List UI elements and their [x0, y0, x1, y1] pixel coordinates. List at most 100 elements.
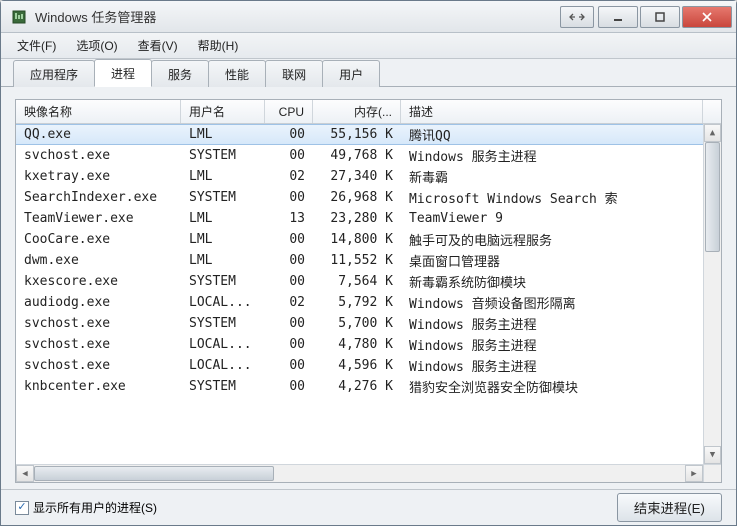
window-controls	[596, 6, 732, 28]
col-header-cpu[interactable]: CPU	[265, 100, 313, 123]
hscroll-thumb[interactable]	[34, 466, 274, 481]
cell-description: Windows 服务主进程	[401, 312, 703, 335]
cell-cpu: 00	[265, 335, 313, 354]
cell-user: LML	[181, 209, 265, 228]
cell-description: 触手可及的电脑远程服务	[401, 228, 703, 251]
cell-cpu: 00	[265, 251, 313, 270]
cell-memory: 4,596 K	[313, 356, 401, 375]
show-all-users-checkbox[interactable]: ✓ 显示所有用户的进程(S)	[15, 499, 157, 516]
menu-view[interactable]: 查看(V)	[128, 33, 188, 58]
tab-users[interactable]: 用户	[322, 60, 380, 87]
cell-memory: 11,552 K	[313, 251, 401, 270]
cell-image-name: knbcenter.exe	[16, 377, 181, 396]
table-row[interactable]: svchost.exeSYSTEM005,700 KWindows 服务主进程	[16, 313, 703, 334]
task-manager-window: Windows 任务管理器 文件(F) 选项(O) 查看(V) 帮助(H) 应用…	[0, 0, 737, 526]
table-row[interactable]: kxetray.exeLML0227,340 K新毒霸	[16, 166, 703, 187]
col-header-user[interactable]: 用户名	[181, 100, 265, 123]
cell-cpu: 00	[265, 356, 313, 375]
cell-memory: 49,768 K	[313, 146, 401, 165]
cell-user: SYSTEM	[181, 188, 265, 207]
close-button[interactable]	[682, 6, 732, 28]
table-row[interactable]: svchost.exeLOCAL...004,780 KWindows 服务主进…	[16, 334, 703, 355]
cell-image-name: svchost.exe	[16, 314, 181, 333]
cell-user: LML	[181, 167, 265, 186]
table-row[interactable]: dwm.exeLML0011,552 K桌面窗口管理器	[16, 250, 703, 271]
menu-options[interactable]: 选项(O)	[66, 33, 127, 58]
cell-memory: 55,156 K	[313, 125, 401, 144]
cell-user: SYSTEM	[181, 377, 265, 396]
titlebar[interactable]: Windows 任务管理器	[1, 1, 736, 33]
resize-handle-icon[interactable]	[560, 6, 594, 28]
table-row[interactable]: SearchIndexer.exeSYSTEM0026,968 KMicroso…	[16, 187, 703, 208]
table-row[interactable]: svchost.exeSYSTEM0049,768 KWindows 服务主进程	[16, 145, 703, 166]
scroll-right-icon[interactable]: ▶	[685, 465, 703, 482]
table-row[interactable]: kxescore.exeSYSTEM007,564 K新毒霸系统防御模块	[16, 271, 703, 292]
cell-user: LML	[181, 251, 265, 270]
cell-cpu: 02	[265, 167, 313, 186]
cell-cpu: 00	[265, 377, 313, 396]
scroll-up-icon[interactable]: ▲	[704, 124, 721, 142]
content-area: 映像名称 用户名 CPU 内存(... 描述 QQ.exeLML0055,156…	[1, 87, 736, 489]
checkbox-icon[interactable]: ✓	[15, 501, 29, 515]
rows-container[interactable]: QQ.exeLML0055,156 K腾讯QQsvchost.exeSYSTEM…	[16, 124, 703, 464]
table-row[interactable]: QQ.exeLML0055,156 K腾讯QQ	[16, 124, 703, 145]
tab-performance[interactable]: 性能	[208, 60, 266, 87]
scroll-left-icon[interactable]: ◀	[16, 465, 34, 482]
maximize-button[interactable]	[640, 6, 680, 28]
cell-description: 腾讯QQ	[401, 124, 703, 146]
cell-description: Windows 音频设备图形隔离	[401, 291, 703, 314]
table-row[interactable]: audiodg.exeLOCAL...025,792 KWindows 音频设备…	[16, 292, 703, 313]
col-header-description[interactable]: 描述	[401, 100, 703, 123]
table-row[interactable]: svchost.exeLOCAL...004,596 KWindows 服务主进…	[16, 355, 703, 376]
cell-cpu: 02	[265, 293, 313, 312]
vscroll-thumb[interactable]	[705, 142, 720, 252]
col-header-image-name[interactable]: 映像名称	[16, 100, 181, 123]
menu-file[interactable]: 文件(F)	[7, 33, 66, 58]
table-row[interactable]: knbcenter.exeSYSTEM004,276 K猎豹安全浏览器安全防御模…	[16, 376, 703, 397]
cell-user: SYSTEM	[181, 314, 265, 333]
tab-processes[interactable]: 进程	[94, 59, 152, 87]
cell-image-name: kxescore.exe	[16, 272, 181, 291]
cell-description: Windows 服务主进程	[401, 144, 703, 167]
tab-services[interactable]: 服务	[151, 60, 209, 87]
minimize-button[interactable]	[598, 6, 638, 28]
cell-memory: 26,968 K	[313, 188, 401, 207]
cell-cpu: 00	[265, 272, 313, 291]
process-table: 映像名称 用户名 CPU 内存(... 描述 QQ.exeLML0055,156…	[15, 99, 722, 483]
app-icon	[11, 9, 27, 25]
cell-image-name: CooCare.exe	[16, 230, 181, 249]
cell-description: Microsoft Windows Search 索	[401, 186, 703, 209]
show-all-users-label: 显示所有用户的进程(S)	[33, 499, 157, 516]
cell-memory: 5,700 K	[313, 314, 401, 333]
cell-cpu: 13	[265, 209, 313, 228]
menu-help[interactable]: 帮助(H)	[188, 33, 249, 58]
tab-networking[interactable]: 联网	[265, 60, 323, 87]
footer-bar: ✓ 显示所有用户的进程(S) 结束进程(E)	[1, 489, 736, 525]
hscroll-track[interactable]	[34, 465, 685, 482]
table-row[interactable]: TeamViewer.exeLML1323,280 KTeamViewer 9	[16, 208, 703, 229]
cell-memory: 4,276 K	[313, 377, 401, 396]
vscroll-track[interactable]	[704, 142, 721, 446]
menubar: 文件(F) 选项(O) 查看(V) 帮助(H)	[1, 33, 736, 59]
vertical-scrollbar[interactable]: ▲ ▼	[703, 124, 721, 464]
horizontal-scrollbar[interactable]: ◀ ▶	[16, 464, 703, 482]
window-title: Windows 任务管理器	[33, 7, 560, 26]
cell-image-name: dwm.exe	[16, 251, 181, 270]
table-header: 映像名称 用户名 CPU 内存(... 描述	[16, 100, 721, 124]
cell-description: 桌面窗口管理器	[401, 249, 703, 272]
scroll-corner	[703, 464, 721, 482]
cell-description: 猎豹安全浏览器安全防御模块	[401, 375, 703, 398]
cell-image-name: audiodg.exe	[16, 293, 181, 312]
table-row[interactable]: CooCare.exeLML0014,800 K触手可及的电脑远程服务	[16, 229, 703, 250]
tab-applications[interactable]: 应用程序	[13, 60, 95, 87]
tabbar: 应用程序 进程 服务 性能 联网 用户	[1, 59, 736, 87]
cell-image-name: QQ.exe	[16, 125, 181, 144]
scroll-down-icon[interactable]: ▼	[704, 446, 721, 464]
col-header-memory[interactable]: 内存(...	[313, 100, 401, 123]
cell-cpu: 00	[265, 188, 313, 207]
end-process-button[interactable]: 结束进程(E)	[617, 493, 722, 522]
cell-cpu: 00	[265, 230, 313, 249]
cell-memory: 7,564 K	[313, 272, 401, 291]
cell-image-name: TeamViewer.exe	[16, 209, 181, 228]
cell-description: 新毒霸系统防御模块	[401, 270, 703, 293]
